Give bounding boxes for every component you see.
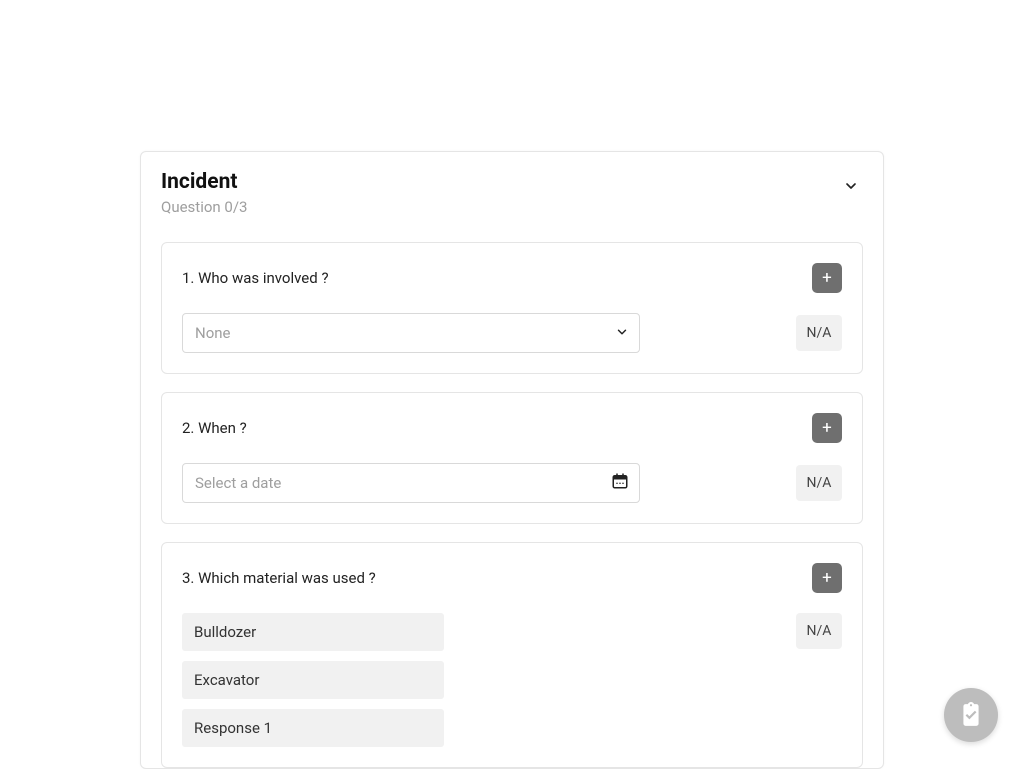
na-label: N/A	[807, 623, 832, 639]
question-row: 3. Which material was used ? +	[182, 563, 842, 593]
add-button[interactable]: +	[812, 563, 842, 593]
option-label: Excavator	[194, 671, 259, 689]
plus-icon: +	[822, 270, 832, 287]
date-placeholder: Select a date	[195, 474, 281, 492]
input-row: Select a date N/A	[182, 463, 842, 503]
na-button[interactable]: N/A	[796, 465, 842, 501]
question-label: 2. When ?	[182, 419, 247, 437]
chevron-down-icon	[843, 178, 859, 194]
plus-icon: +	[822, 420, 832, 437]
add-button[interactable]: +	[812, 413, 842, 443]
clipboard-check-icon	[958, 702, 984, 728]
option-label: Bulldozer	[194, 623, 256, 641]
na-label: N/A	[807, 475, 832, 491]
add-button[interactable]: +	[812, 263, 842, 293]
na-button[interactable]: N/A	[796, 315, 842, 351]
question-card-2: 2. When ? + Select a date	[161, 392, 863, 524]
question-card-3: 3. Which material was used ? + Bulldozer…	[161, 542, 863, 768]
options-column: Bulldozer Excavator Response 1	[182, 613, 444, 747]
na-label: N/A	[807, 325, 832, 341]
select-value: None	[195, 324, 231, 342]
plus-icon: +	[822, 570, 832, 587]
question-row: 1. Who was involved ? +	[182, 263, 842, 293]
panel-title: Incident	[161, 170, 247, 194]
chevron-down-icon	[615, 324, 629, 343]
date-input[interactable]: Select a date	[182, 463, 640, 503]
material-option[interactable]: Response 1	[182, 709, 444, 747]
incident-panel: Incident Question 0/3 1. Who was involve…	[140, 151, 884, 769]
material-option[interactable]: Excavator	[182, 661, 444, 699]
input-row: None N/A	[182, 313, 842, 353]
involved-select[interactable]: None	[182, 313, 640, 353]
calendar-icon	[611, 472, 629, 494]
clipboard-fab[interactable]	[944, 688, 998, 742]
collapse-toggle[interactable]	[839, 174, 863, 198]
panel-header: Incident Question 0/3	[161, 170, 863, 216]
question-label: 3. Which material was used ?	[182, 569, 376, 587]
na-button[interactable]: N/A	[796, 613, 842, 649]
question-label: 1. Who was involved ?	[182, 269, 329, 287]
options-row: Bulldozer Excavator Response 1 N/A	[182, 613, 842, 747]
question-row: 2. When ? +	[182, 413, 842, 443]
panel-title-block: Incident Question 0/3	[161, 170, 247, 216]
question-card-1: 1. Who was involved ? + None N/A	[161, 242, 863, 374]
option-label: Response 1	[194, 719, 272, 737]
material-option[interactable]: Bulldozer	[182, 613, 444, 651]
panel-subtitle: Question 0/3	[161, 198, 247, 216]
